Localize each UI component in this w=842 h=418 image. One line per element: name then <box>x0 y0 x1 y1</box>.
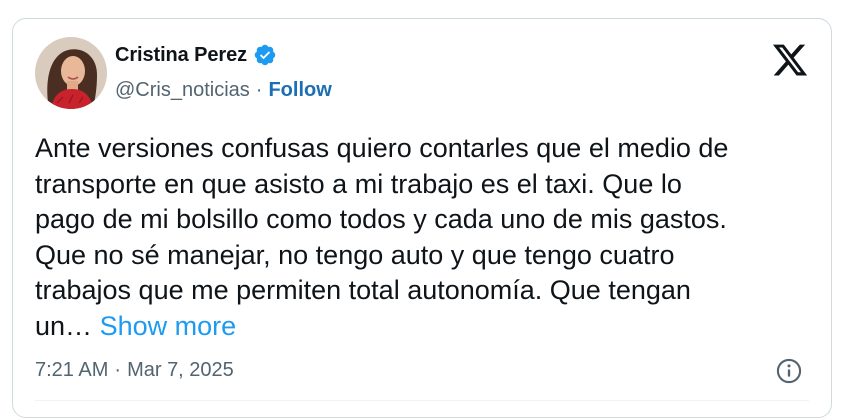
author-name[interactable]: Cristina Perez <box>115 44 247 67</box>
author-name-row: Cristina Perez <box>115 43 277 67</box>
tweet-text-line: Que no sé manejar, no tengo auto y que t… <box>35 239 675 270</box>
tweet-card: Cristina Perez @Cris_noticias · Follow A… <box>12 18 832 418</box>
author-handle[interactable]: @Cris_noticias <box>115 79 250 102</box>
show-more-link[interactable]: Show more <box>100 311 237 341</box>
tweet-time[interactable]: 7:21 AM <box>35 359 108 382</box>
separator-dot: · <box>114 359 122 381</box>
tweet-text-line: pago de mi bolsillo como todos y cada un… <box>35 204 727 235</box>
x-logo-icon[interactable] <box>771 41 809 79</box>
tweet-text: Ante versiones confusas quiero contarles… <box>35 131 825 345</box>
tweet-text-line: trabajos que me permiten total autonomía… <box>35 275 691 306</box>
tweet-text-line: transporte en que asisto a mi trabajo es… <box>35 168 682 199</box>
author-handle-row: @Cris_noticias · Follow <box>115 79 332 102</box>
tweet-text-tail: un… <box>35 310 93 341</box>
tweet-meta: 7:21 AM · Mar 7, 2025 <box>35 359 234 382</box>
follow-button[interactable]: Follow <box>268 79 331 102</box>
verified-badge-icon[interactable] <box>253 43 277 67</box>
separator-dot: · <box>255 79 263 101</box>
avatar[interactable] <box>35 37 107 109</box>
tweet-text-last-line: un… Show more <box>35 309 825 345</box>
tweet-date[interactable]: Mar 7, 2025 <box>127 359 234 382</box>
tweet-text-line: Ante versiones confusas quiero contarles… <box>35 133 729 163</box>
info-icon[interactable] <box>775 357 803 385</box>
